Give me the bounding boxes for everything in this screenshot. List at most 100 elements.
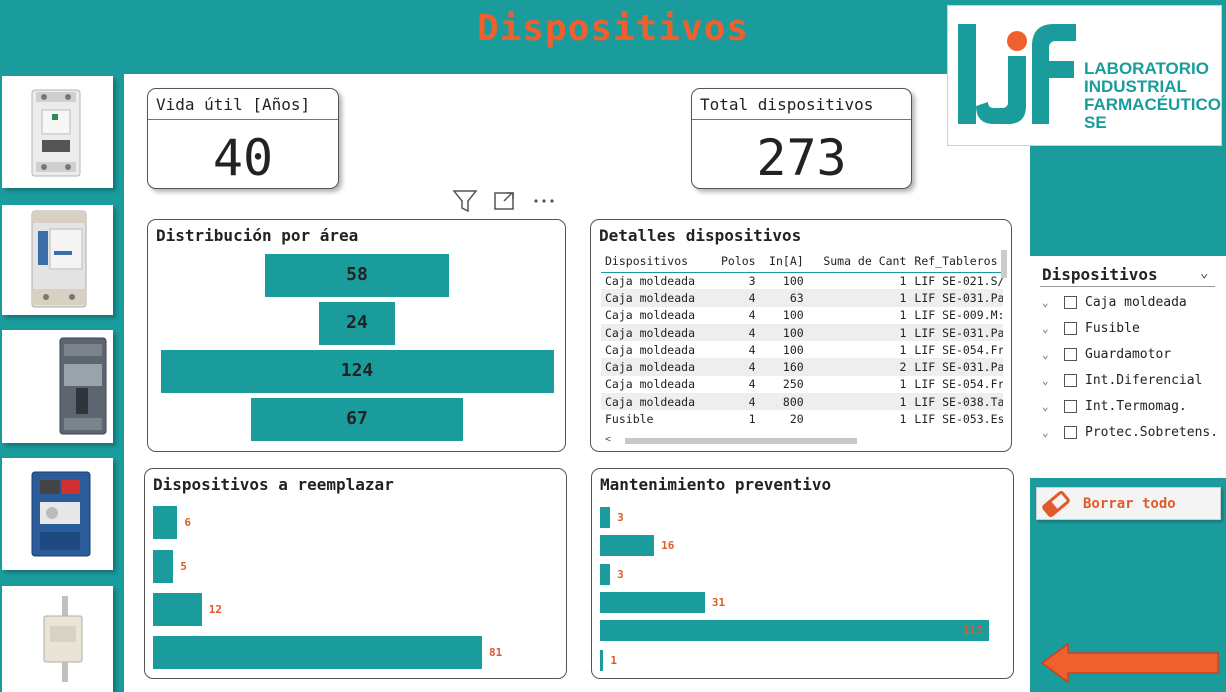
thumbnail-motor-protector[interactable]: [2, 458, 113, 570]
table-row[interactable]: Caja moldeada 4 800 1 LIF SE-038.Ta: [601, 393, 1003, 411]
chevron-down-icon[interactable]: ⌄: [1042, 322, 1058, 335]
thumbnail-differential-switch[interactable]: [2, 205, 113, 315]
table-cell: LIF SE-031.Pa: [910, 358, 1003, 376]
table-row[interactable]: Fusible 1 20 1 LIF SE-053.Es: [601, 410, 1003, 427]
data-label: 3: [617, 567, 624, 581]
bar: [153, 593, 202, 626]
slicer-item[interactable]: ⌄ Int.Diferencial: [1042, 369, 1202, 391]
slicer-item[interactable]: ⌄ Int.Termomag.: [1042, 395, 1187, 417]
slicer-dispositivos: Dispositivos ⌄ ⌄ Caja moldeada ⌄ Fusible ⌄ Gu…: [1030, 256, 1226, 478]
slicer-item-label: Int.Diferencial: [1085, 372, 1203, 388]
chevron-down-icon[interactable]: ⌄: [1200, 265, 1208, 281]
chevron-down-icon[interactable]: ⌄: [1042, 400, 1058, 413]
checkbox[interactable]: [1064, 373, 1077, 387]
table-cell: 1: [899, 342, 907, 357]
table-cell: Caja moldeada: [605, 377, 696, 392]
table-cell: 250: [782, 377, 804, 392]
data-label: 81: [489, 645, 503, 659]
logo-line1: LABORATORIO: [1084, 59, 1209, 78]
data-label: 1: [610, 653, 617, 667]
checkbox[interactable]: [1064, 321, 1077, 335]
table-cell: 4: [711, 323, 760, 342]
back-arrow-button[interactable]: [1040, 642, 1220, 684]
chart-distribucion-por-area: Distribución por área 58 24 124 67: [147, 219, 566, 452]
chevron-down-icon[interactable]: ⌄: [1042, 348, 1058, 361]
chevron-down-icon[interactable]: ⌄: [1042, 296, 1058, 309]
eraser-icon: [1042, 490, 1070, 517]
thumbnail-molded-case[interactable]: [2, 330, 113, 443]
table-cell: LIF SE-031.Pa: [910, 289, 1003, 307]
table-cell: LIF SE-031.Pa: [910, 323, 1003, 342]
chevron-down-icon[interactable]: ⌄: [1042, 374, 1058, 387]
table-cell: 100: [782, 273, 804, 288]
data-label: 124: [340, 360, 374, 381]
table-row[interactable]: Caja moldeada 4 250 1 LIF SE-054.Fr: [601, 376, 1003, 393]
logo-line2: INDUSTRIAL: [1084, 77, 1187, 96]
kpi-total-title: Total dispositivos: [700, 95, 874, 114]
chart-title: Dispositivos a reemplazar: [153, 475, 394, 494]
kpi-total-dispositivos: Total dispositivos 273: [691, 88, 912, 189]
table-cell: 800: [759, 393, 808, 411]
chevron-down-icon[interactable]: ⌄: [1042, 426, 1058, 439]
table-cell: 3: [748, 273, 756, 288]
table-viewport[interactable]: Dispositivos Polos In[A] Suma de Cant Ref_Ta…: [601, 250, 1003, 448]
table-row[interactable]: Caja moldeada 4 160 2 LIF SE-031.Pa: [601, 358, 1003, 376]
data-label: 24: [346, 312, 368, 333]
visual-header-toolbar: [452, 189, 562, 213]
checkbox[interactable]: [1064, 425, 1077, 439]
table-cell: Caja moldeada: [601, 289, 712, 307]
table-cell: Fusible: [605, 412, 654, 427]
focus-mode-icon[interactable]: [494, 192, 514, 210]
filter-icon[interactable]: [452, 190, 478, 213]
table-row[interactable]: Caja moldeada 4 100 1 LIF SE-054.Fr: [601, 341, 1003, 358]
horizontal-scrollbar[interactable]: <: [605, 434, 995, 445]
logo-line3: FARMACÉUTICO: [1084, 95, 1221, 114]
scroll-left-icon[interactable]: <: [605, 434, 611, 445]
slicer-item[interactable]: ⌄ Protec.Sobretens.: [1042, 421, 1218, 443]
table-cell: LIF SE-021.S/: [914, 273, 1003, 288]
table-row[interactable]: Caja moldeada 4 63 1 LIF SE-031.Pa: [601, 289, 1003, 307]
table-row[interactable]: Caja moldeada 3 100 1 LIF SE-021.S/: [601, 272, 1003, 289]
bar: [600, 620, 989, 641]
column-header[interactable]: Dispositivos: [601, 250, 712, 273]
table-cell: LIF SE-053.Es: [914, 412, 1003, 427]
checkbox[interactable]: [1064, 347, 1077, 361]
bar: [600, 564, 611, 585]
table-cell: 4: [748, 308, 756, 323]
table-cell: 63: [759, 289, 808, 307]
kpi-vida-util-title: Vida útil [Años]: [156, 95, 311, 114]
vertical-scrollbar[interactable]: [1001, 250, 1007, 278]
column-header[interactable]: Ref_Tableros: [910, 250, 1003, 273]
divider: [1040, 286, 1215, 287]
slicer-item[interactable]: ⌄ Fusible: [1042, 317, 1140, 339]
data-label: 67: [346, 408, 368, 429]
table-cell: 1: [807, 323, 911, 342]
table-row[interactable]: Caja moldeada 4 100 1 LIF SE-031.Pa: [601, 323, 1003, 342]
column-header[interactable]: In[A]: [759, 250, 808, 273]
checkbox[interactable]: [1064, 295, 1077, 309]
motor-protector-icon: [31, 471, 91, 557]
slicer-item[interactable]: ⌄ Caja moldeada: [1042, 291, 1187, 313]
column-header[interactable]: Polos: [711, 250, 760, 273]
checkbox[interactable]: [1064, 399, 1077, 413]
table-cell: 4: [748, 377, 756, 392]
table-row[interactable]: Caja moldeada 4 100 1 LIF SE-009.M:: [601, 307, 1003, 324]
divider: [692, 119, 911, 120]
slicer-item-label: Protec.Sobretens.: [1085, 424, 1219, 440]
bar: [600, 592, 705, 613]
table-cell: Caja moldeada: [605, 273, 696, 288]
bar: [153, 550, 174, 583]
thumbnail-fuse[interactable]: [2, 586, 113, 692]
table-cell: Caja moldeada: [605, 308, 696, 323]
table-cell: 1: [899, 273, 907, 288]
thumbnail-circuit-breaker[interactable]: [2, 76, 113, 188]
data-label: 31: [711, 595, 726, 609]
slicer-item[interactable]: ⌄ Guardamotor: [1042, 343, 1171, 365]
more-options-icon[interactable]: [534, 199, 554, 203]
borrar-todo-button[interactable]: Borrar todo: [1036, 487, 1221, 520]
column-header[interactable]: Suma de Cant: [807, 250, 911, 273]
table-cell: 1: [748, 412, 756, 427]
data-label: 5: [180, 559, 187, 573]
table-cell: 1: [899, 377, 907, 392]
table-cell: 100: [782, 342, 804, 357]
